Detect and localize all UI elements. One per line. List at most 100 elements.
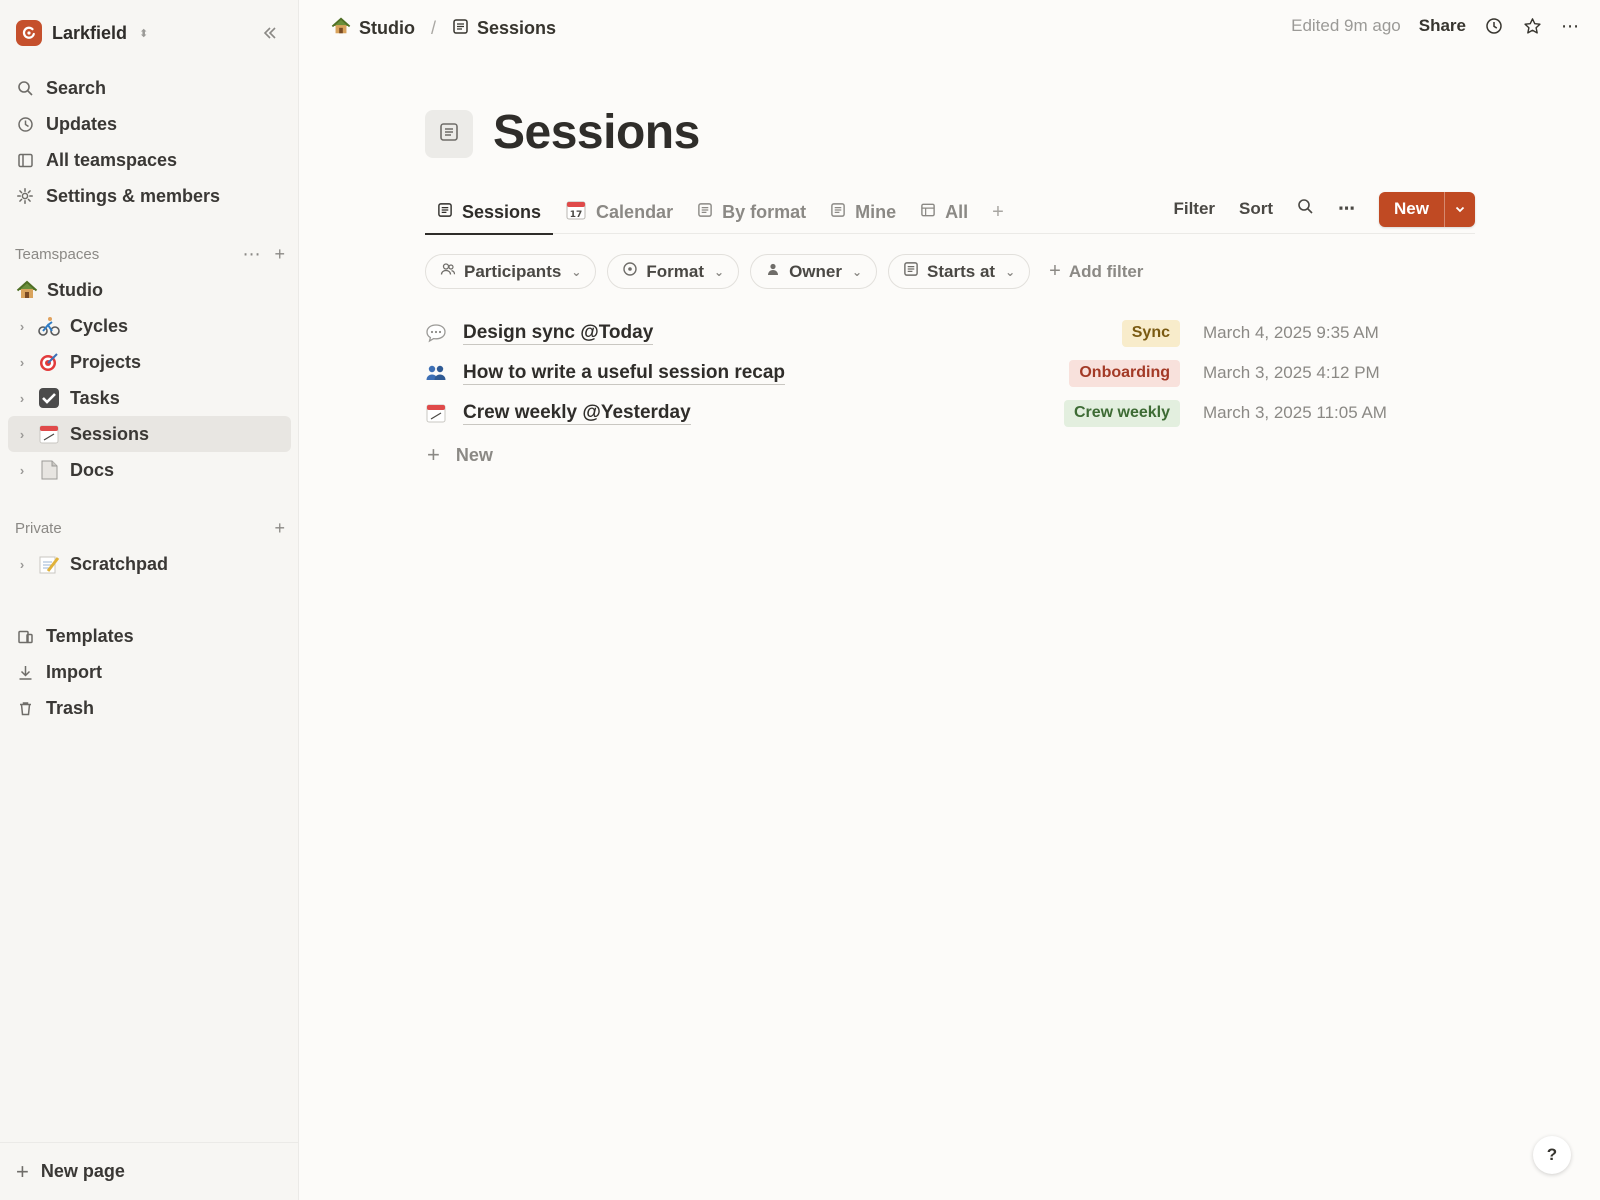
- chevron-right-icon[interactable]: ›: [16, 557, 28, 572]
- sidebar-item-updates[interactable]: Updates: [8, 106, 291, 142]
- list-item[interactable]: Crew weekly @Yesterday Crew weekly March…: [425, 393, 1475, 433]
- sidebar-item-label: All teamspaces: [46, 149, 178, 170]
- tab-all[interactable]: All: [908, 190, 980, 234]
- tab-calendar[interactable]: 17 Calendar: [553, 190, 685, 234]
- format-tag: Crew weekly: [1063, 399, 1180, 427]
- sidebar-item-import[interactable]: Import: [8, 654, 291, 690]
- new-row-button[interactable]: + New: [425, 433, 1475, 477]
- teamspace-studio[interactable]: Studio: [16, 277, 103, 303]
- tab-label: By format: [722, 201, 807, 222]
- topbar: Studio / Sessions Edited 9m ago Share ⋯: [299, 0, 1600, 56]
- filter-bar: Participants ⌄ Format ⌄ Owner ⌄ Starts a…: [425, 254, 1143, 289]
- filter-chip-participants[interactable]: Participants ⌄: [425, 254, 597, 289]
- filter-chip-format[interactable]: Format ⌄: [607, 254, 740, 289]
- workspace-name: Larkfield: [52, 22, 128, 43]
- session-start-date: March 4, 2025 9:35 AM: [1203, 323, 1379, 342]
- session-title[interactable]: Design sync @Today: [463, 322, 654, 345]
- plus-icon[interactable]: +: [274, 245, 285, 263]
- chevron-down-icon[interactable]: [1444, 191, 1475, 227]
- add-view-icon[interactable]: +: [980, 190, 1016, 234]
- page-icon[interactable]: [425, 110, 473, 158]
- session-title[interactable]: Crew weekly @Yesterday: [463, 402, 691, 425]
- list-icon: [697, 202, 713, 223]
- sidebar-item-search[interactable]: Search: [8, 70, 291, 106]
- collapse-sidebar-icon[interactable]: [259, 22, 281, 44]
- sidebar-item-docs[interactable]: › Docs: [8, 452, 291, 488]
- new-record-button-group: New: [1379, 191, 1475, 227]
- tab-label: All: [945, 201, 969, 222]
- tab-sessions[interactable]: Sessions: [425, 190, 554, 235]
- table-icon: [920, 202, 936, 223]
- session-title[interactable]: How to write a useful session recap: [463, 362, 786, 385]
- workspace-switcher[interactable]: Larkfield ⬍: [16, 20, 148, 46]
- calendar-icon: [425, 402, 453, 424]
- chevron-right-icon[interactable]: ›: [16, 391, 28, 406]
- people-icon: [440, 261, 456, 282]
- cyclist-icon: [38, 315, 60, 337]
- sidebar-item-label: Settings & members: [46, 185, 221, 206]
- house-icon: [331, 16, 351, 41]
- add-filter-button[interactable]: + Add filter: [1041, 260, 1143, 283]
- sidebar-item-scratchpad[interactable]: › Scratchpad: [8, 546, 291, 582]
- calendar-icon: 17: [565, 199, 587, 226]
- sidebar-item-tasks[interactable]: › Tasks: [8, 380, 291, 416]
- share-button[interactable]: Share: [1419, 16, 1466, 36]
- search-icon[interactable]: [1297, 198, 1314, 220]
- add-filter-label: Add filter: [1068, 261, 1144, 281]
- people-icon: [425, 362, 453, 384]
- star-icon[interactable]: [1522, 16, 1542, 36]
- plus-icon[interactable]: +: [274, 519, 285, 537]
- clock-icon: [16, 115, 34, 133]
- chevron-right-icon[interactable]: ›: [16, 427, 28, 442]
- help-button[interactable]: ?: [1533, 1136, 1571, 1174]
- sidebar-item-cycles[interactable]: › Cycles: [8, 308, 291, 344]
- chevron-right-icon[interactable]: ›: [16, 319, 28, 334]
- sidebar-item-settings[interactable]: Settings & members: [8, 178, 291, 214]
- sidebar-item-label: Trash: [46, 697, 95, 718]
- tab-by-format[interactable]: By format: [685, 190, 818, 234]
- view-tabs: Sessions 17 Calendar By format Mine All …: [425, 190, 1016, 235]
- list-item[interactable]: Design sync @Today Sync March 4, 2025 9:…: [425, 313, 1475, 353]
- sidebar-item-trash[interactable]: Trash: [8, 690, 291, 726]
- list-item[interactable]: How to write a useful session recap Onbo…: [425, 353, 1475, 393]
- sidebar-item-templates[interactable]: Templates: [8, 618, 291, 654]
- chevron-right-icon[interactable]: ›: [16, 463, 28, 478]
- teamspaces-icon: [16, 151, 34, 169]
- breadcrumb-separator: /: [431, 18, 437, 38]
- view-bar: Sessions 17 Calendar By format Mine All …: [425, 190, 1475, 235]
- plus-icon: +: [427, 442, 440, 467]
- target-icon: [38, 351, 60, 373]
- filter-chip-label: Participants: [464, 261, 562, 281]
- sidebar-item-projects[interactable]: › Projects: [8, 344, 291, 380]
- sidebar-item-all-teamspaces[interactable]: All teamspaces: [8, 142, 291, 178]
- teamspace-tree: › Cycles › Projects › Tasks › Sessions ›…: [8, 308, 291, 488]
- private-section-header: Private +: [15, 517, 285, 539]
- tab-mine[interactable]: Mine: [818, 190, 908, 234]
- format-tag: Sync: [1121, 319, 1180, 347]
- more-options-icon[interactable]: ⋯: [1338, 199, 1355, 219]
- page-title[interactable]: Sessions: [493, 105, 700, 160]
- new-page-button[interactable]: + New page: [0, 1142, 299, 1200]
- filter-chip-starts-at[interactable]: Starts at ⌄: [888, 254, 1031, 289]
- new-button[interactable]: New: [1379, 192, 1444, 227]
- breadcrumb-item-sessions[interactable]: Sessions: [452, 18, 556, 40]
- more-options-icon[interactable]: ⋯: [242, 245, 260, 263]
- breadcrumb-item-studio[interactable]: Studio: [331, 16, 415, 41]
- house-icon: [16, 279, 38, 301]
- person-icon: [765, 261, 781, 282]
- session-start-date: March 3, 2025 4:12 PM: [1203, 363, 1380, 382]
- trash-icon: [16, 699, 34, 717]
- tab-label: Mine: [855, 201, 897, 222]
- section-label: Teamspaces: [15, 245, 100, 263]
- sort-button[interactable]: Sort: [1239, 199, 1273, 219]
- list-icon: [903, 261, 919, 282]
- chevron-down-icon: ⌄: [714, 264, 725, 279]
- sidebar-item-sessions[interactable]: › Sessions: [8, 416, 291, 452]
- chevron-right-icon[interactable]: ›: [16, 355, 28, 370]
- history-clock-icon[interactable]: [1484, 16, 1504, 36]
- format-tag: Onboarding: [1069, 359, 1180, 387]
- tab-label: Sessions: [462, 201, 542, 222]
- filter-chip-owner[interactable]: Owner ⌄: [750, 254, 878, 289]
- more-options-icon[interactable]: ⋯: [1560, 16, 1580, 36]
- filter-button[interactable]: Filter: [1173, 199, 1215, 219]
